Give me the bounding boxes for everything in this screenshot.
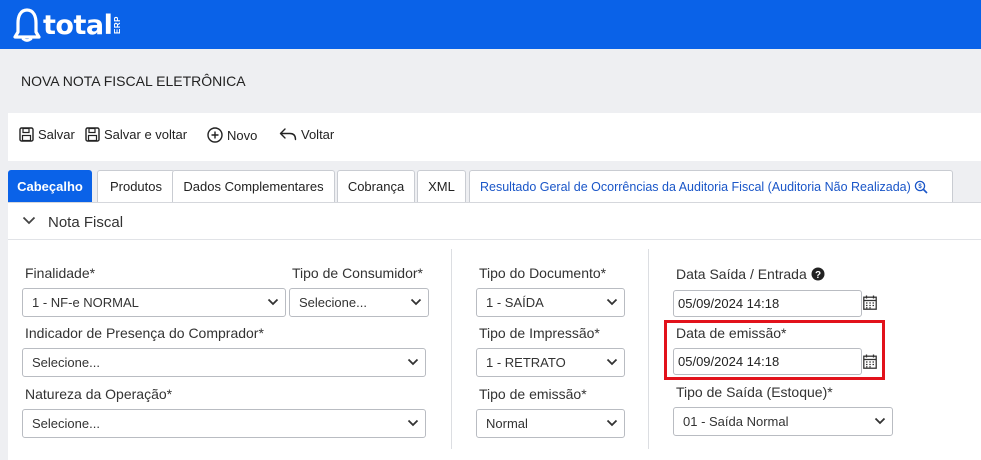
tab-label: Produtos (109, 179, 163, 194)
section-title: Nota Fiscal (48, 214, 124, 231)
new-label: Novo (227, 127, 258, 143)
finalidade-select[interactable]: 1 - NF-e NORMAL (22, 288, 286, 317)
back-button[interactable]: Voltar (279, 127, 334, 142)
save-button[interactable]: Salvar (19, 127, 75, 142)
tab-label: XML (428, 179, 455, 194)
natureza-operacao-value: Selecione... (32, 416, 100, 431)
tab-xml[interactable]: XML (417, 170, 466, 202)
section-header[interactable]: Nota Fiscal (8, 203, 981, 240)
tab-label: Cabeçalho (17, 179, 83, 194)
finalidade-label: Finalidade* (25, 265, 96, 281)
toolbar: Salvar Salvar e voltar Novo Voltar (8, 113, 981, 161)
calendar-icon[interactable] (863, 295, 877, 310)
chevron-down-icon (606, 358, 618, 366)
chevron-down-icon (267, 298, 279, 306)
tipo-saida-select[interactable]: 01 - Saída Normal (673, 407, 893, 436)
tab-produtos[interactable]: Produtos (97, 170, 175, 202)
chevron-down-icon (874, 417, 886, 425)
chevron-down-icon (407, 419, 419, 427)
tab-dados-complementares[interactable]: Dados Complementares (172, 170, 335, 202)
tab-label: Resultado Geral de Ocorrências da Audito… (480, 179, 911, 194)
chevron-down-icon (606, 298, 618, 306)
tipo-documento-label: Tipo do Documento* (479, 265, 607, 281)
tipo-emissao-select[interactable]: Normal (476, 409, 625, 438)
data-saida-label-row: Data Saída / Entrada ? (676, 266, 825, 282)
data-emissao-value: 05/09/2024 14:18 (678, 354, 780, 369)
data-saida-input[interactable]: 05/09/2024 14:18 (673, 290, 862, 317)
natureza-operacao-select[interactable]: Selecione... (22, 409, 426, 438)
tab-cobranca[interactable]: Cobrança (337, 170, 415, 202)
data-emissao-input[interactable]: 05/09/2024 14:18 (673, 348, 862, 375)
search-dollar-icon: $ (914, 180, 928, 194)
data-saida-value: 05/09/2024 14:18 (678, 296, 780, 311)
save-and-back-label: Salvar e voltar (104, 127, 188, 142)
chevron-down-icon[interactable] (22, 216, 36, 225)
save-and-back-button[interactable]: Salvar e voltar (85, 127, 187, 142)
chevron-down-icon (606, 419, 618, 427)
tab-resultado-auditoria[interactable]: Resultado Geral de Ocorrências da Audito… (469, 170, 953, 202)
tipo-impressao-label: Tipo de Impressão* (479, 325, 600, 341)
finalidade-value: 1 - NF-e NORMAL (32, 295, 139, 310)
help-circle-icon[interactable]: ? (811, 267, 825, 281)
tipo-consumidor-label: Tipo de Consumidor* (292, 265, 423, 281)
tipo-impressao-select[interactable]: 1 - RETRATO (476, 348, 625, 377)
indicador-presenca-select[interactable]: Selecione... (22, 348, 426, 377)
save-icon (85, 127, 100, 142)
tipo-emissao-value: Normal (486, 416, 528, 431)
tipo-saida-value: 01 - Saída Normal (683, 414, 789, 429)
svg-text:?: ? (815, 270, 821, 281)
tab-label: Dados Complementares (183, 179, 324, 194)
app-logo[interactable]: total ERP (12, 6, 122, 44)
data-emissao-label: Data de emissão* (676, 325, 787, 341)
chevron-down-icon (410, 298, 422, 306)
nota-fiscal-panel: Nota Fiscal Finalidade* 1 - NF-e NORMAL … (8, 202, 981, 460)
top-bar: total ERP (0, 0, 981, 49)
tab-cabecalho[interactable]: Cabeçalho (8, 170, 92, 202)
column-divider (451, 249, 452, 449)
new-button[interactable]: Novo (207, 127, 257, 143)
tipo-impressao-value: 1 - RETRATO (486, 355, 566, 370)
tipo-consumidor-value: Selecione... (299, 295, 367, 310)
tab-label: Cobrança (347, 179, 405, 194)
page-title: NOVA NOTA FISCAL ELETRÔNICA (21, 73, 246, 89)
page-header: NOVA NOTA FISCAL ELETRÔNICA (0, 49, 981, 113)
back-label: Voltar (301, 127, 335, 142)
indicador-presenca-label: Indicador de Presença do Comprador* (25, 325, 264, 341)
tipo-documento-value: 1 - SAÍDA (486, 295, 544, 310)
tipo-saida-label: Tipo de Saída (Estoque)* (676, 384, 833, 400)
natureza-operacao-label: Natureza da Operação* (25, 386, 173, 402)
tipo-emissao-label: Tipo de emissão* (479, 386, 587, 402)
tipo-consumidor-select[interactable]: Selecione... (289, 288, 429, 317)
save-label: Salvar (38, 127, 75, 142)
calendar-icon[interactable] (863, 354, 877, 369)
chevron-down-icon (407, 358, 419, 366)
save-icon (19, 127, 34, 142)
bell-logo-icon (13, 8, 41, 42)
column-divider (648, 249, 649, 449)
svg-text:$: $ (918, 184, 922, 190)
logo-word: total (43, 9, 113, 41)
tipo-documento-select[interactable]: 1 - SAÍDA (476, 288, 625, 317)
indicador-presenca-value: Selecione... (32, 355, 100, 370)
plus-circle-icon (207, 127, 223, 143)
logo-suffix: ERP (113, 16, 123, 34)
reply-arrow-icon (279, 128, 297, 141)
data-saida-label: Data Saída / Entrada (676, 266, 807, 282)
